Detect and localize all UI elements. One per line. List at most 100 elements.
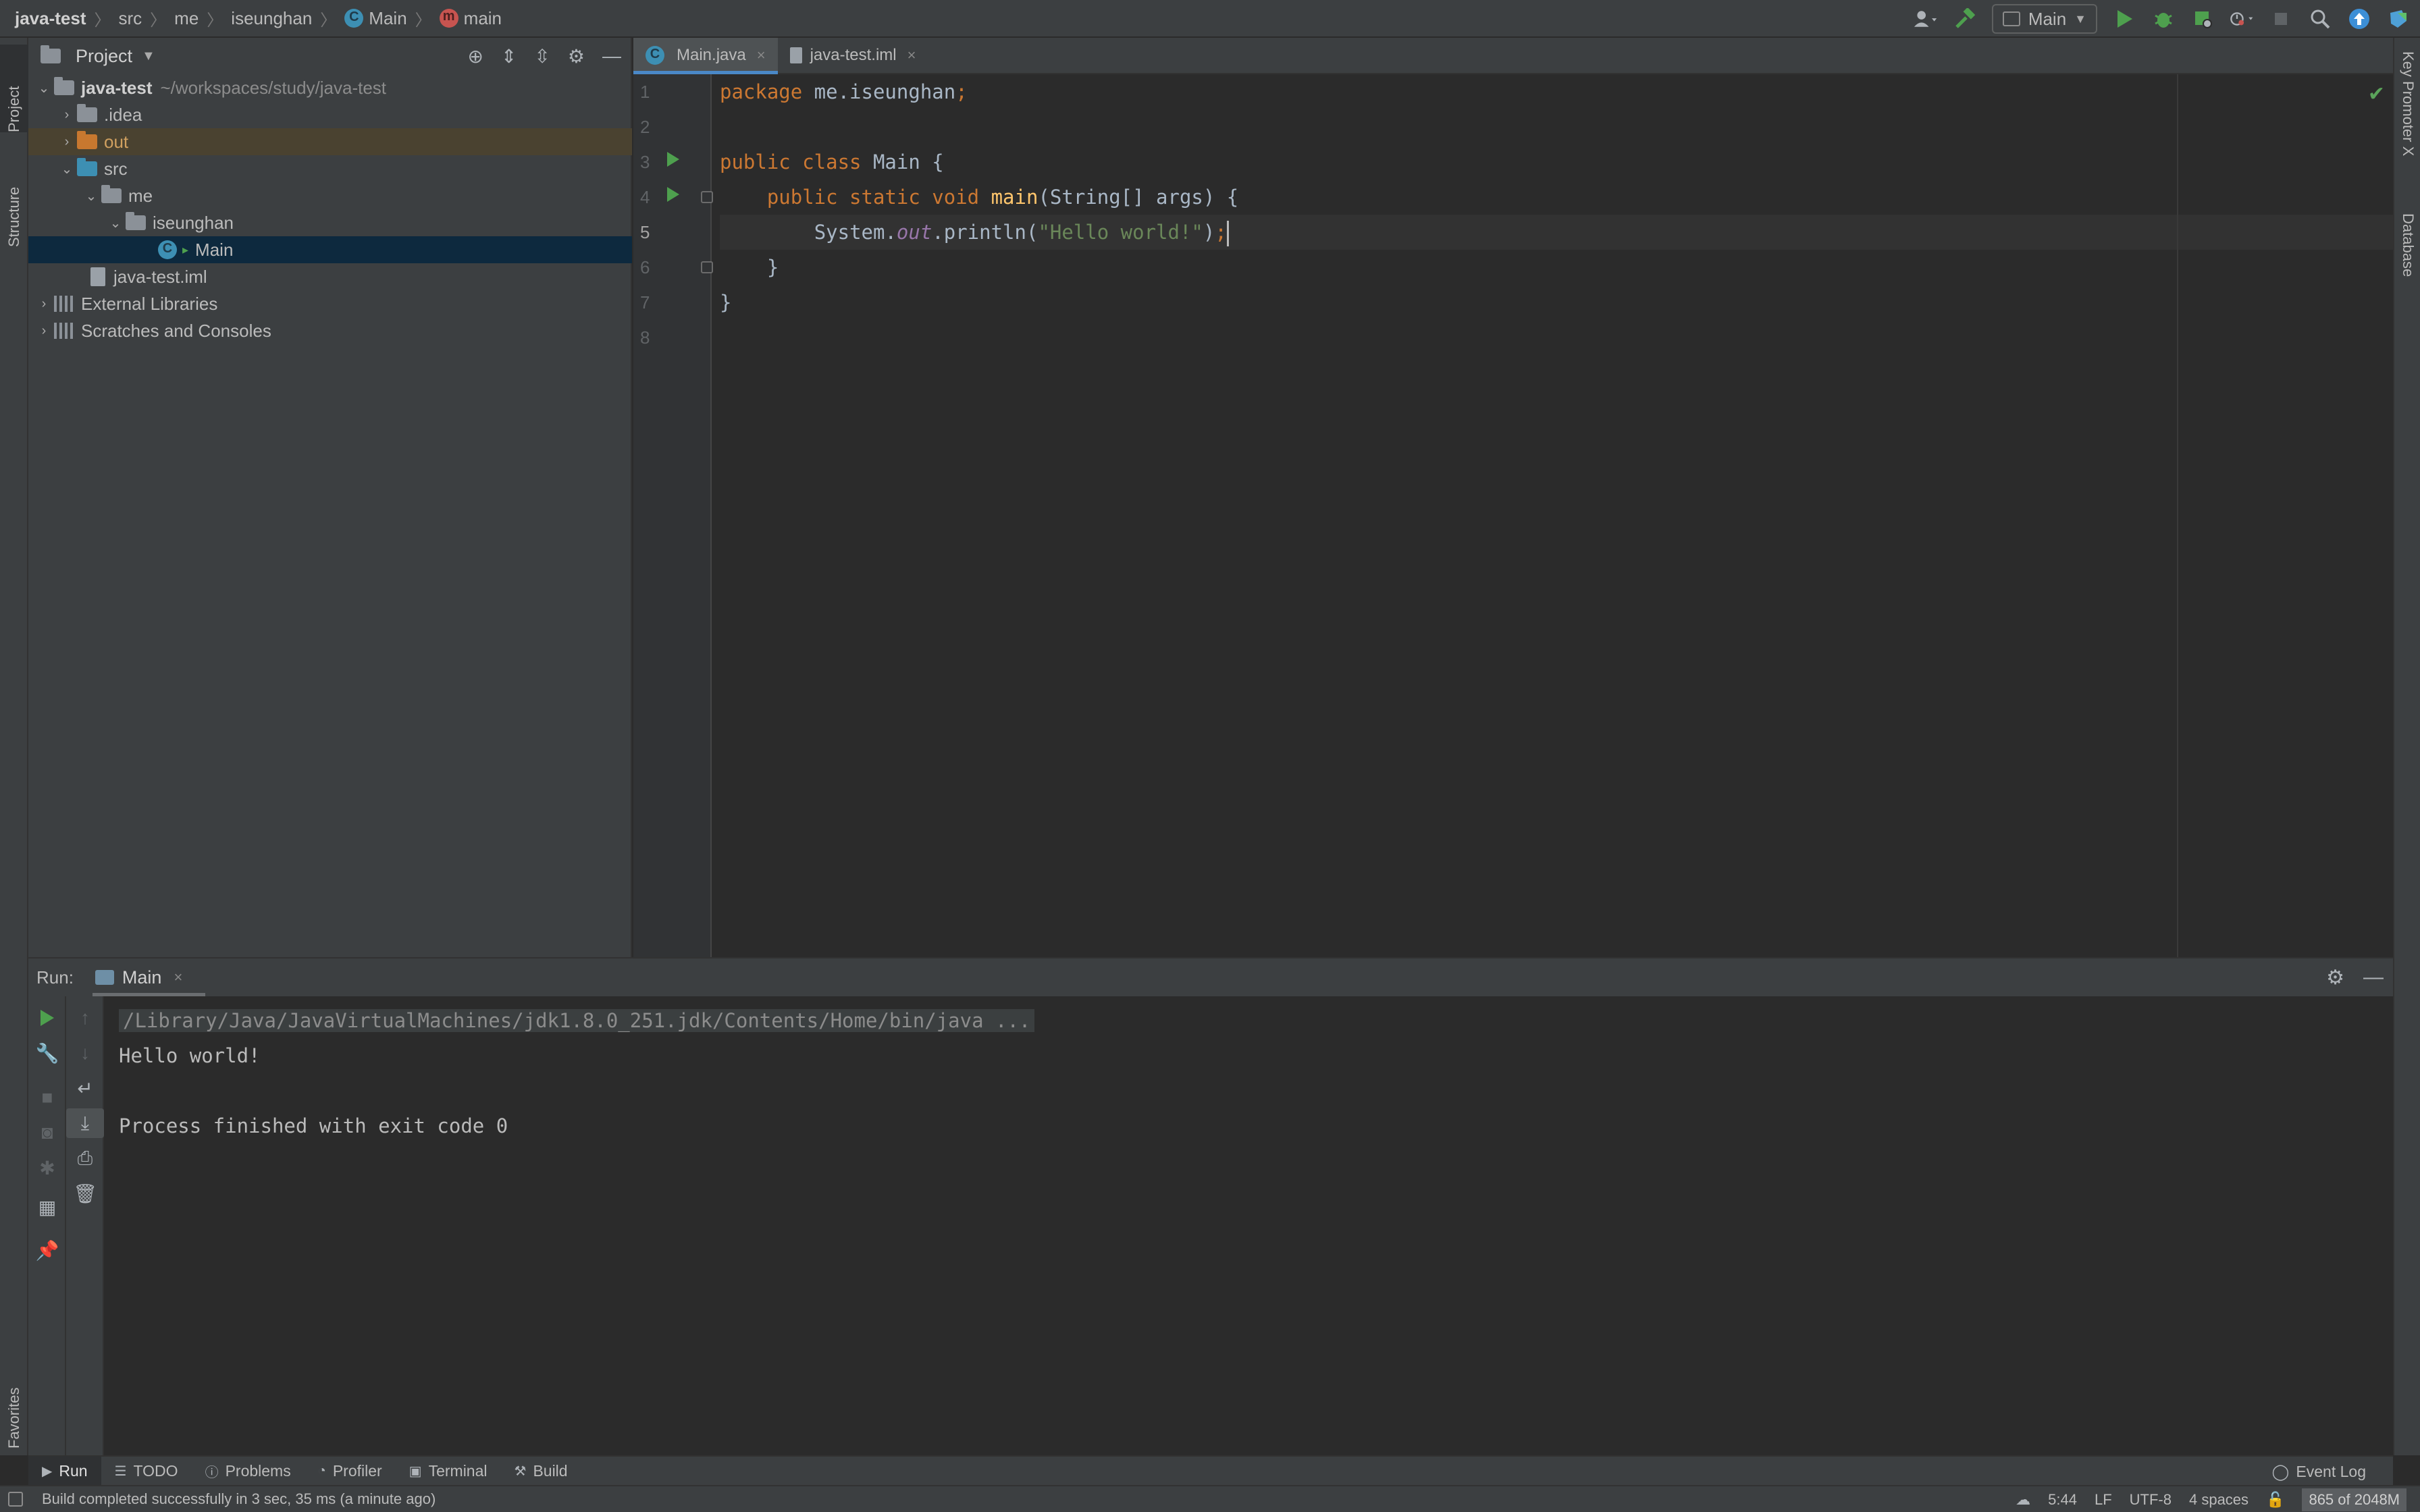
lock-icon[interactable]: 🔓 — [2266, 1491, 2284, 1509]
wrench-icon[interactable]: 🔧 — [28, 1038, 66, 1068]
tool-tab-favorites[interactable]: Favorites — [0, 1347, 28, 1449]
tree-item-label: me — [128, 185, 153, 206]
jetbrains-logo-icon[interactable] — [2386, 7, 2411, 31]
chevron-down-icon[interactable]: ⌄ — [34, 80, 54, 97]
tree-item-out[interactable]: › out — [28, 128, 632, 155]
print-icon[interactable]: ⎙ — [66, 1143, 104, 1173]
rerun-icon[interactable] — [28, 1003, 66, 1033]
console-line-empty — [105, 1073, 2393, 1108]
tool-tab-terminal[interactable]: ▣ Terminal — [396, 1456, 501, 1486]
tree-item-src[interactable]: ⌄ src — [28, 155, 632, 182]
console-output[interactable]: /Library/Java/JavaVirtualMachines/jdk1.8… — [105, 996, 2393, 1457]
memory-indicator[interactable]: 865 of 2048M — [2302, 1488, 2406, 1511]
tool-tab-key-promoter[interactable]: Key Promoter X — [2394, 51, 2420, 200]
chevron-down-icon[interactable]: ⌄ — [57, 161, 77, 178]
scroll-to-end-icon[interactable]: ⤓ — [66, 1108, 104, 1138]
tree-item-external-libraries[interactable]: › External Libraries — [28, 290, 632, 317]
chevron-right-icon[interactable]: › — [57, 134, 77, 150]
chevron-down-icon[interactable]: ⌄ — [81, 188, 101, 205]
breadcrumb-main-method[interactable]: main — [439, 8, 502, 29]
breadcrumb-project[interactable]: java-test — [15, 8, 86, 29]
profiler-icon: ◔ — [317, 1463, 326, 1478]
arrow-up-icon[interactable]: ↑ — [66, 1003, 104, 1033]
profile-icon[interactable] — [2230, 7, 2254, 31]
coverage-icon[interactable] — [2190, 7, 2215, 31]
update-icon[interactable] — [2347, 7, 2371, 31]
chevron-right-icon[interactable]: › — [57, 107, 77, 123]
fold-icon[interactable] — [701, 191, 713, 203]
bug-icon[interactable]: ✱ — [28, 1153, 66, 1183]
tool-tab-database[interactable]: Database — [2394, 213, 2420, 321]
console-command[interactable]: /Library/Java/JavaVirtualMachines/jdk1.8… — [119, 1009, 1035, 1032]
tool-tab-build[interactable]: ⚒ Build — [501, 1456, 581, 1486]
soft-wrap-icon[interactable]: ↵ — [66, 1073, 104, 1103]
expand-all-icon[interactable]: ⇕ — [501, 45, 517, 68]
status-message[interactable]: Build completed successfully in 3 sec, 3… — [42, 1490, 436, 1508]
tree-item-java-test[interactable]: ⌄ java-test ~/workspaces/study/java-test — [28, 74, 632, 101]
stop-icon[interactable]: ■ — [28, 1083, 66, 1112]
tool-tab-structure[interactable]: Structure — [0, 146, 28, 247]
event-log-button[interactable]: ◯ Event Log — [2272, 1457, 2366, 1486]
tool-tab-run[interactable]: ▶ Run — [28, 1456, 101, 1486]
tool-tab-profiler[interactable]: ◔ Profiler — [305, 1456, 396, 1486]
editor-tabs: Main.java × java-test.iml × — [633, 38, 2393, 74]
tab-main-java[interactable]: Main.java × — [633, 38, 778, 74]
build-hammer-icon[interactable] — [1953, 7, 1977, 31]
tool-tab-todo[interactable]: ☰ TODO — [101, 1456, 192, 1486]
run-gutter-icon[interactable] — [667, 152, 679, 167]
locate-icon[interactable]: ⊕ — [467, 45, 483, 68]
chevron-right-icon[interactable]: › — [34, 323, 54, 339]
arrow-down-icon[interactable]: ↓ — [66, 1038, 104, 1068]
close-icon[interactable]: × — [757, 47, 766, 64]
code-line: } — [720, 285, 2393, 320]
tab-java-test-iml[interactable]: java-test.iml × — [778, 38, 928, 73]
debug-icon[interactable] — [2151, 7, 2176, 31]
chevron-down-icon[interactable]: ▼ — [142, 49, 155, 64]
breadcrumb-me[interactable]: me — [174, 8, 199, 29]
text-cursor — [1226, 221, 1229, 246]
pin-icon[interactable]: 📌 — [28, 1235, 66, 1265]
collapse-all-icon[interactable]: ⇳ — [534, 45, 550, 68]
run-configuration-select[interactable]: Main ▼ — [1991, 4, 2097, 34]
tool-tab-project[interactable]: Project — [0, 45, 28, 132]
breadcrumb-main-class[interactable]: Main — [344, 8, 407, 29]
tree-item-iseunghan[interactable]: ⌄ iseunghan — [28, 209, 632, 236]
tree-item-me[interactable]: ⌄ me — [28, 182, 632, 209]
layout-icon[interactable]: ▦ — [28, 1192, 66, 1222]
user-icon[interactable] — [1914, 7, 1938, 31]
tool-tab-problems[interactable]: ⓘ Problems — [192, 1456, 305, 1486]
minimize-icon[interactable]: — — [2363, 966, 2384, 989]
trash-icon[interactable]: 🗑 — [66, 1179, 104, 1208]
search-icon[interactable] — [2308, 7, 2332, 31]
run-icon[interactable] — [2112, 7, 2136, 31]
chevron-down-icon[interactable]: ⌄ — [105, 215, 126, 232]
tool-windows-toggle-icon[interactable] — [8, 1492, 23, 1507]
breadcrumb-src[interactable]: src — [119, 8, 142, 29]
checkmark-icon[interactable]: ✔ — [2368, 82, 2385, 106]
gear-icon[interactable]: ⚙ — [568, 45, 585, 68]
camera-icon[interactable]: ◙ — [28, 1118, 66, 1148]
code-area[interactable]: package me.iseunghan; public class Main … — [720, 74, 2393, 957]
close-icon[interactable]: × — [908, 47, 916, 64]
chevron-right-icon[interactable]: › — [34, 296, 54, 312]
code-line: public static void main(String[] args) { — [720, 180, 2393, 215]
gear-icon[interactable]: ⚙ — [2326, 966, 2344, 990]
project-view-selector[interactable]: Project — [76, 46, 132, 67]
fold-icon[interactable] — [701, 261, 713, 273]
file-encoding[interactable]: UTF-8 — [2130, 1491, 2172, 1509]
cloud-sync-icon[interactable]: ☁ — [2016, 1491, 2030, 1509]
indent-setting[interactable]: 4 spaces — [2189, 1491, 2248, 1509]
run-tab-main[interactable]: Main × — [92, 959, 206, 996]
tree-item-idea[interactable]: › .idea — [28, 101, 632, 128]
caret-position[interactable]: 5:44 — [2048, 1491, 2077, 1509]
run-gutter-icon[interactable] — [667, 187, 679, 202]
breadcrumb-iseunghan[interactable]: iseunghan — [231, 8, 312, 29]
stop-icon[interactable] — [2269, 7, 2293, 31]
line-separator[interactable]: LF — [2095, 1491, 2112, 1509]
tree-item-java-test-iml[interactable]: java-test.iml — [28, 263, 632, 290]
close-icon[interactable]: × — [174, 969, 182, 986]
tree-item-scratches[interactable]: › Scratches and Consoles — [28, 317, 632, 344]
tree-item-main[interactable]: ▸ Main — [28, 236, 632, 263]
run-configuration-label: Main — [2028, 8, 2067, 29]
minimize-icon[interactable]: — — [602, 45, 621, 67]
